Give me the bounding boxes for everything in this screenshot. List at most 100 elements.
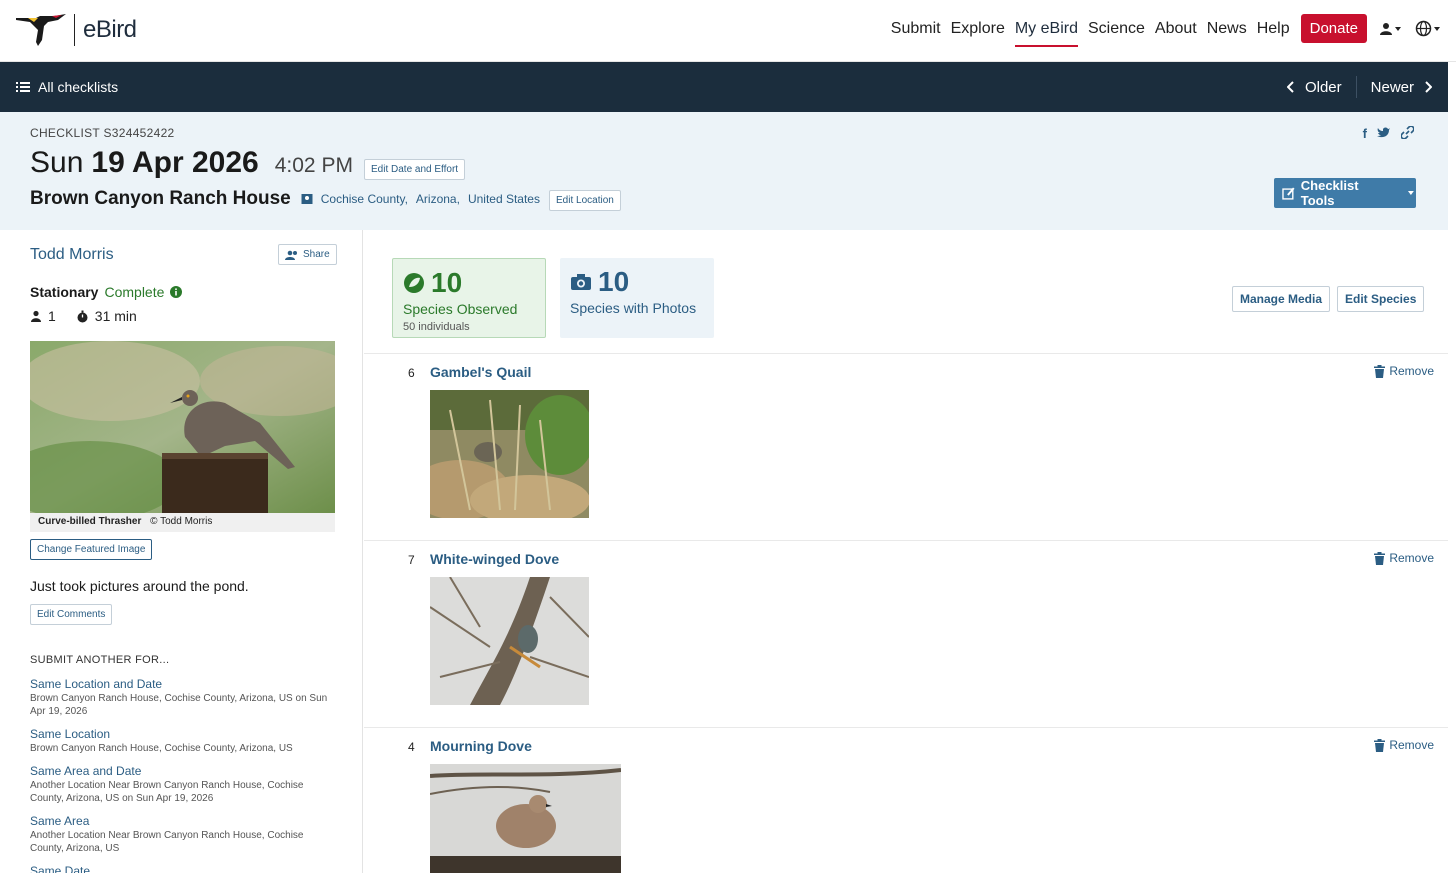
submit-link-desc: Another Location Near Brown Canyon Ranch…: [30, 780, 304, 804]
species-row: 6 Gambel's Quail Remove: [364, 353, 1448, 540]
list-icon: [16, 82, 30, 92]
submit-link-item[interactable]: Same Location and Date Brown Canyon Ranc…: [30, 676, 335, 718]
species-photos-count-row: 10: [570, 266, 704, 298]
checklist-id: CHECKLIST S324452422: [30, 126, 175, 140]
species-row: 7 White-winged Dove Remove: [364, 540, 1448, 727]
chevron-down-icon: [1395, 26, 1401, 31]
species-observed-count: 10: [431, 267, 463, 298]
submit-link-item[interactable]: Same Area Another Location Near Brown Ca…: [30, 813, 335, 855]
edit-comments-button[interactable]: Edit Comments: [30, 604, 113, 625]
effort-stats: 1 31 min: [30, 308, 137, 324]
observer-count: 1: [48, 308, 56, 324]
nav-submit[interactable]: Submit: [886, 16, 946, 42]
submit-link-title[interactable]: Same Date: [30, 863, 335, 873]
remove-button[interactable]: Remove: [1374, 738, 1434, 752]
nav-about[interactable]: About: [1150, 16, 1202, 42]
remove-label: Remove: [1389, 551, 1434, 565]
observer-name[interactable]: Todd Morris: [30, 246, 114, 264]
logo-divider: [74, 14, 75, 46]
share-links: f: [1363, 126, 1414, 141]
top-navigation: eBird Submit Explore My eBird Science Ab…: [0, 0, 1456, 62]
featured-credit: © Todd Morris: [150, 516, 213, 527]
edit-date-button[interactable]: Edit Date and Effort: [364, 159, 466, 180]
newer-link[interactable]: Newer: [1371, 79, 1432, 96]
all-checklists-link[interactable]: All checklists: [16, 79, 118, 95]
nav-my-ebird[interactable]: My eBird: [1010, 16, 1083, 47]
remove-button[interactable]: Remove: [1374, 551, 1434, 565]
species-row: 4 Mourning Dove Remove: [364, 727, 1448, 873]
species-photo[interactable]: [430, 390, 589, 518]
checklist-tools-button[interactable]: Checklist Tools: [1274, 178, 1416, 208]
submit-link-title[interactable]: Same Area and Date: [30, 763, 335, 779]
submit-link-title[interactable]: Same Location and Date: [30, 676, 335, 692]
species-photo[interactable]: [430, 577, 589, 705]
edit-icon: [1282, 186, 1295, 200]
chevron-left-icon: [1286, 81, 1294, 93]
individuals-count: 50 individuals: [403, 321, 470, 333]
info-icon[interactable]: [170, 286, 183, 298]
edit-species-button[interactable]: Edit Species: [1337, 286, 1425, 312]
people-icon: [285, 250, 297, 260]
user-menu[interactable]: [1379, 22, 1403, 36]
state-link[interactable]: Arizona,: [416, 192, 460, 206]
link-icon[interactable]: [1401, 126, 1414, 139]
nav-explore[interactable]: Explore: [946, 16, 1010, 42]
species-name[interactable]: Gambel's Quail: [430, 364, 531, 380]
map-icon[interactable]: [301, 193, 313, 205]
checklist-comment: Just took pictures around the pond.: [30, 578, 249, 594]
globe-icon: [1415, 20, 1432, 37]
share-label: Share: [303, 249, 330, 260]
change-featured-image-button[interactable]: Change Featured Image: [30, 539, 153, 560]
species-count: 4: [408, 740, 415, 754]
nav-help[interactable]: Help: [1252, 16, 1295, 42]
checklist-sidebar: Todd Morris Share Stationary Complete 1 …: [0, 230, 363, 873]
chevron-down-icon: [1408, 191, 1415, 195]
language-menu[interactable]: [1415, 20, 1442, 37]
country-link[interactable]: United States: [468, 192, 540, 206]
share-button[interactable]: Share: [278, 244, 337, 265]
submit-link-item[interactable]: Same Location Brown Canyon Ranch House, …: [30, 726, 335, 755]
older-label: Older: [1304, 78, 1342, 96]
user-icon: [1380, 22, 1392, 35]
older-link[interactable]: Older: [1286, 78, 1342, 96]
species-count: 7: [408, 553, 415, 567]
person-icon: [31, 310, 41, 322]
trash-icon: [1374, 551, 1386, 565]
species-photo[interactable]: [430, 764, 621, 873]
species-name[interactable]: White-winged Dove: [430, 551, 559, 567]
edit-location-button[interactable]: Edit Location: [549, 190, 621, 211]
submit-another-heading: SUBMIT ANOTHER FOR...: [30, 654, 170, 666]
ebird-logo[interactable]: eBird: [14, 12, 137, 48]
twitter-icon[interactable]: [1377, 126, 1391, 138]
species-name[interactable]: Mourning Dove: [430, 738, 532, 754]
checklist-header: CHECKLIST S324452422 Sun 19 Apr 2026 4:0…: [0, 112, 1448, 230]
camera-icon: [571, 274, 591, 290]
species-photos-label: Species with Photos: [570, 300, 697, 316]
manage-media-button[interactable]: Manage Media: [1232, 286, 1331, 312]
county-link[interactable]: Cochise County,: [321, 192, 408, 206]
submit-link-title[interactable]: Same Area: [30, 813, 335, 829]
trash-icon: [1374, 364, 1386, 378]
checklist-day: Sun: [30, 146, 84, 179]
species-observed-box: 10 Species Observed 50 individuals: [392, 258, 546, 338]
submit-link-item[interactable]: Same Date: [30, 863, 335, 873]
submit-link-title[interactable]: Same Location: [30, 726, 335, 742]
remove-label: Remove: [1389, 738, 1434, 752]
featured-image[interactable]: [30, 341, 335, 513]
remove-button[interactable]: Remove: [1374, 364, 1434, 378]
facebook-icon[interactable]: f: [1363, 126, 1367, 141]
species-photos-box: 10 Species with Photos: [560, 258, 714, 338]
nav-news[interactable]: News: [1202, 16, 1252, 42]
newer-label: Newer: [1370, 78, 1414, 96]
submit-link-item[interactable]: Same Area and Date Another Location Near…: [30, 763, 335, 805]
species-count: 6: [408, 366, 415, 380]
submit-another-list: Same Location and Date Brown Canyon Ranc…: [30, 676, 335, 873]
checklist-date-value: 19 Apr 2026: [91, 146, 259, 179]
donate-button[interactable]: Donate: [1300, 14, 1367, 43]
location-region: Cochise County, Arizona, United States: [301, 192, 540, 206]
stopwatch-icon: [77, 310, 88, 322]
bird-logo-icon: [14, 12, 72, 48]
location-line: Brown Canyon Ranch House Cochise County,…: [30, 188, 540, 210]
nav-science[interactable]: Science: [1083, 16, 1150, 42]
species-observed-label: Species Observed: [403, 301, 518, 317]
